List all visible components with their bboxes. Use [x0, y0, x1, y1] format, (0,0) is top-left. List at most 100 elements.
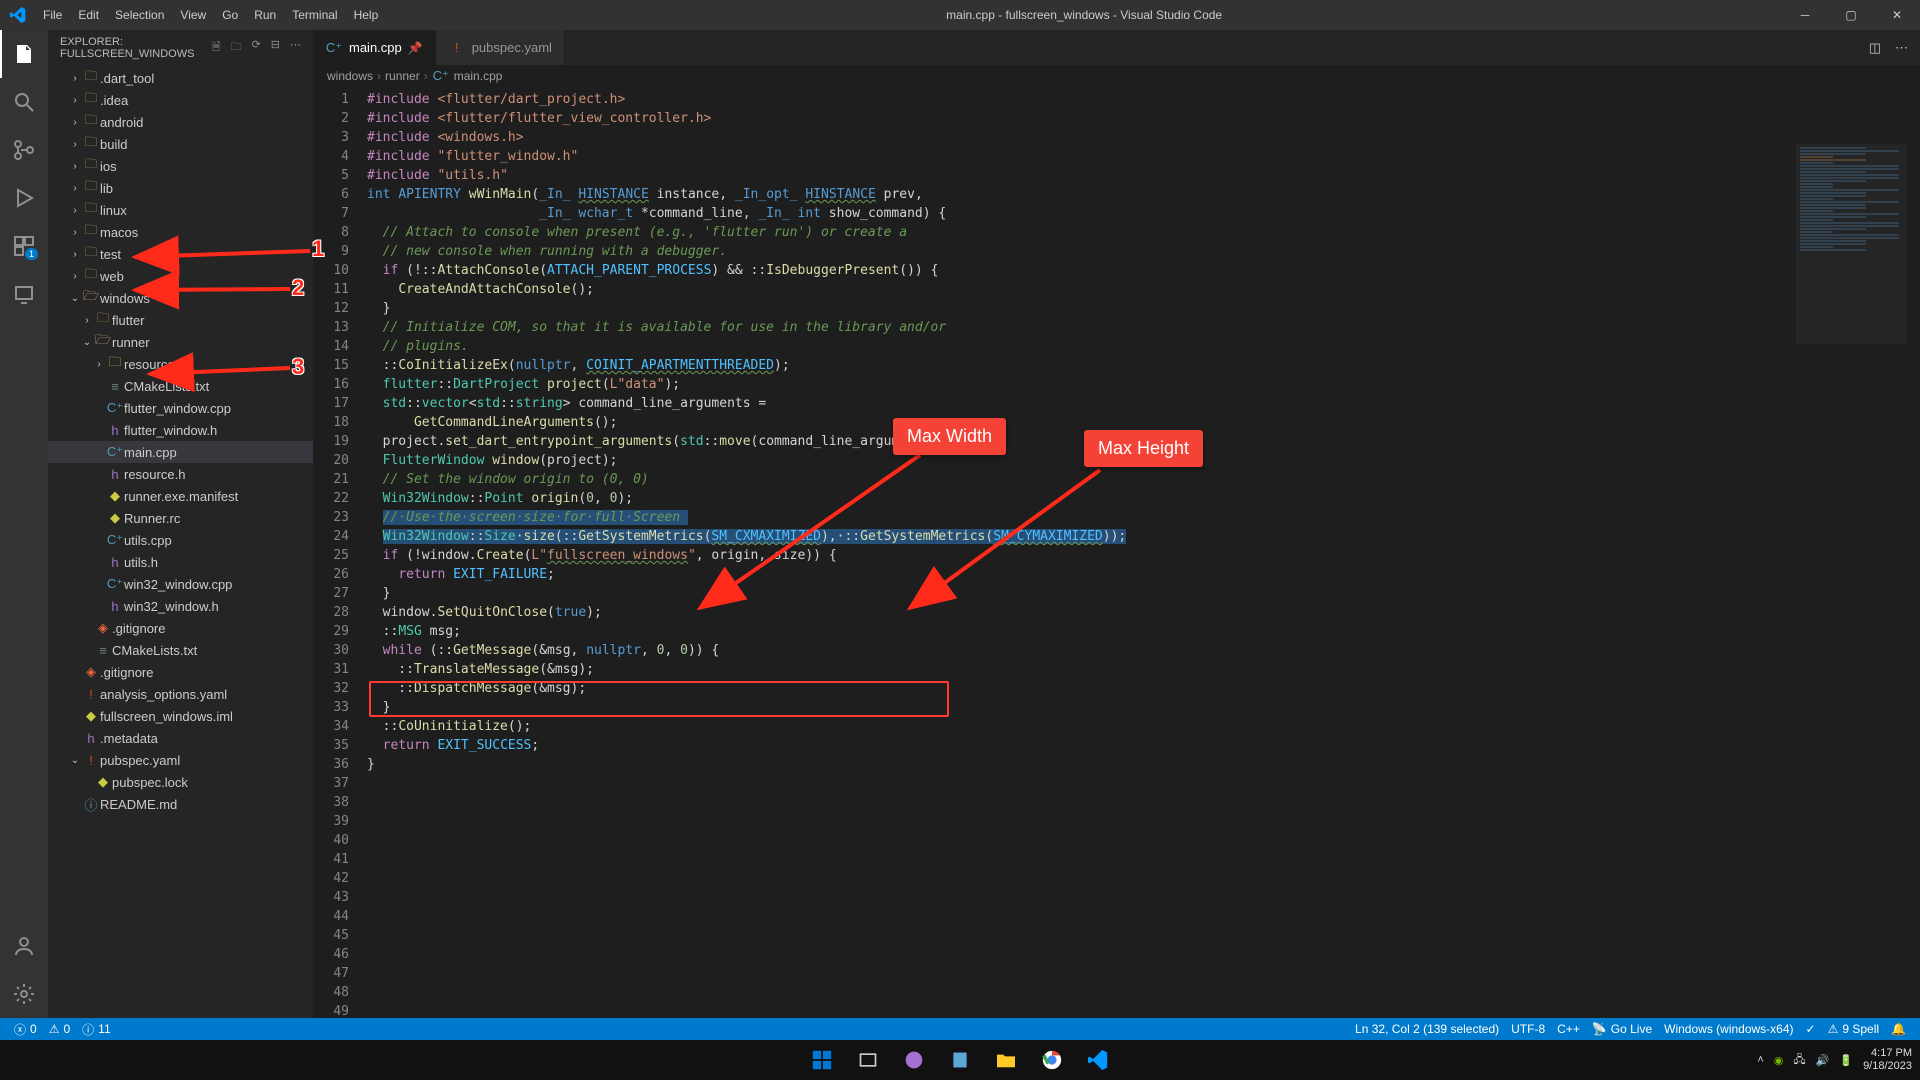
status-spell[interactable]: ⚠ 9 Spell: [1822, 1022, 1885, 1036]
breadcrumb-item[interactable]: windows: [327, 69, 373, 83]
activity-search[interactable]: [0, 78, 48, 126]
collapse-icon[interactable]: ⊟: [271, 38, 280, 57]
vscode-icon[interactable]: [1078, 1040, 1118, 1080]
tree-item-label: .gitignore: [100, 665, 153, 680]
tree-item-build[interactable]: ›🗀build: [48, 133, 313, 155]
tree-item-fullscreen-windows-iml[interactable]: ◆fullscreen_windows.iml: [48, 705, 313, 727]
activity-scm[interactable]: [0, 126, 48, 174]
tree-item-runner-exe-manifest[interactable]: ◆runner.exe.manifest: [48, 485, 313, 507]
breadcrumb-item[interactable]: runner: [385, 69, 420, 83]
menu-edit[interactable]: Edit: [70, 8, 107, 22]
status-prettier[interactable]: ✓: [1800, 1022, 1822, 1036]
annotation-highlight-box: [369, 681, 949, 717]
maximize-button[interactable]: ▢: [1828, 0, 1874, 30]
tree-item--gitignore[interactable]: ◈.gitignore: [48, 661, 313, 683]
tree-item-utils-cpp[interactable]: C⁺utils.cpp: [48, 529, 313, 551]
tree-item-flutter-window-h[interactable]: hflutter_window.h: [48, 419, 313, 441]
menu-selection[interactable]: Selection: [107, 8, 172, 22]
status-encoding[interactable]: UTF-8: [1505, 1022, 1551, 1036]
pin-icon[interactable]: 📌: [408, 41, 423, 55]
folder-icon: 🗀: [82, 265, 100, 287]
annotation-number-2: 2: [292, 275, 304, 301]
tree-item-cmakelists-txt[interactable]: ≡CMakeLists.txt: [48, 639, 313, 661]
start-button[interactable]: [802, 1040, 842, 1080]
tree-item-main-cpp[interactable]: C⁺main.cpp: [48, 441, 313, 463]
tree-item-runner-rc[interactable]: ◆Runner.rc: [48, 507, 313, 529]
tree-item-resource-h[interactable]: hresource.h: [48, 463, 313, 485]
tree-item-win32-window-h[interactable]: hwin32_window.h: [48, 595, 313, 617]
tray-battery-icon[interactable]: 🔋: [1839, 1054, 1853, 1067]
tree-item-cmakelists-txt[interactable]: ≡CMakeLists.txt: [48, 375, 313, 397]
new-file-icon[interactable]: 🗎: [212, 38, 221, 57]
refresh-icon[interactable]: ⟳: [252, 38, 261, 57]
tray-volume-icon[interactable]: 🔊: [1816, 1054, 1830, 1067]
status-lncol[interactable]: Ln 32, Col 2 (139 selected): [1349, 1022, 1505, 1036]
tray-network-icon[interactable]: 🖧: [1793, 1051, 1805, 1070]
tree-item-readme-md[interactable]: ⓘREADME.md: [48, 793, 313, 815]
code-content[interactable]: #include <flutter/dart_project.h>#includ…: [367, 87, 1920, 1018]
tray-chevron-icon[interactable]: ˄: [1757, 1054, 1763, 1066]
tree-item--idea[interactable]: ›🗀.idea: [48, 89, 313, 111]
breadcrumb[interactable]: windows › runner › C⁺ main.cpp: [313, 65, 1920, 87]
tree-item--dart-tool[interactable]: ›🗀.dart_tool: [48, 67, 313, 89]
status-info[interactable]: ⓘ 11: [76, 1021, 116, 1038]
activity-extensions[interactable]: 1: [0, 222, 48, 270]
breadcrumb-item[interactable]: main.cpp: [454, 69, 503, 83]
tree-item-analysis-options-yaml[interactable]: !analysis_options.yaml: [48, 683, 313, 705]
github-icon[interactable]: [894, 1040, 934, 1080]
taskbar-clock[interactable]: 4:17 PM 9/18/2023: [1863, 1047, 1912, 1073]
tree-item-test[interactable]: ›🗀test: [48, 243, 313, 265]
tree-item-pubspec-yaml[interactable]: ⌄!pubspec.yaml: [48, 749, 313, 771]
tree-item-linux[interactable]: ›🗀linux: [48, 199, 313, 221]
tree-item-android[interactable]: ›🗀android: [48, 111, 313, 133]
taskview-icon[interactable]: [848, 1040, 888, 1080]
status-bell[interactable]: 🔔: [1885, 1022, 1912, 1036]
chrome-icon[interactable]: [1032, 1040, 1072, 1080]
tree-item--metadata[interactable]: h.metadata: [48, 727, 313, 749]
activity-settings[interactable]: [0, 970, 48, 1018]
tab-pubspec[interactable]: ! pubspec.yaml: [436, 30, 565, 65]
close-button[interactable]: ✕: [1874, 0, 1920, 30]
more-actions-icon[interactable]: ⋯: [1895, 40, 1908, 56]
tab-main-cpp[interactable]: C⁺ main.cpp 📌: [313, 30, 436, 65]
tree-item-resources[interactable]: ›🗀resources: [48, 353, 313, 375]
tree-item-ios[interactable]: ›🗀ios: [48, 155, 313, 177]
tree-item-runner[interactable]: ⌄🗁runner: [48, 331, 313, 353]
tree-item-web[interactable]: ›🗀web: [48, 265, 313, 287]
split-editor-icon[interactable]: ◫: [1869, 40, 1881, 56]
menu-file[interactable]: File: [35, 8, 70, 22]
activity-account[interactable]: [0, 922, 48, 970]
tree-item-macos[interactable]: ›🗀macos: [48, 221, 313, 243]
notes-icon[interactable]: [940, 1040, 980, 1080]
activity-remote[interactable]: [0, 270, 48, 318]
status-lang[interactable]: C++: [1551, 1022, 1586, 1036]
menu-run[interactable]: Run: [246, 8, 284, 22]
new-folder-icon[interactable]: 🗀: [231, 38, 242, 57]
more-icon[interactable]: ⋯: [290, 38, 301, 57]
file-tree[interactable]: ›🗀.dart_tool›🗀.idea›🗀android›🗀build›🗀ios…: [48, 65, 313, 815]
menu-go[interactable]: Go: [214, 8, 246, 22]
menu-view[interactable]: View: [172, 8, 214, 22]
minimap[interactable]: [1796, 144, 1906, 1018]
tree-item-pubspec-lock[interactable]: ◆pubspec.lock: [48, 771, 313, 793]
code-editor[interactable]: 1234567891011121314151617181920212223242…: [313, 87, 1920, 1018]
status-platform[interactable]: Windows (windows-x64): [1658, 1022, 1799, 1036]
tree-item-flutter-window-cpp[interactable]: C⁺flutter_window.cpp: [48, 397, 313, 419]
tray-nvidia-icon[interactable]: ◉: [1774, 1054, 1784, 1067]
tree-item--gitignore[interactable]: ◈.gitignore: [48, 617, 313, 639]
tree-item-win32-window-cpp[interactable]: C⁺win32_window.cpp: [48, 573, 313, 595]
tree-item-windows[interactable]: ⌄🗁windows: [48, 287, 313, 309]
tree-item-label: test: [100, 247, 121, 262]
status-golive[interactable]: 📡 Go Live: [1586, 1022, 1658, 1036]
activity-run[interactable]: [0, 174, 48, 222]
menu-help[interactable]: Help: [346, 8, 387, 22]
status-errors[interactable]: ⓧ 0: [8, 1021, 43, 1038]
tree-item-flutter[interactable]: ›🗀flutter: [48, 309, 313, 331]
tree-item-lib[interactable]: ›🗀lib: [48, 177, 313, 199]
activity-explorer[interactable]: [0, 30, 48, 78]
status-warnings[interactable]: ⚠ 0: [43, 1022, 76, 1036]
menu-terminal[interactable]: Terminal: [284, 8, 345, 22]
file-explorer-icon[interactable]: [986, 1040, 1026, 1080]
minimize-button[interactable]: ─: [1782, 0, 1828, 30]
tree-item-utils-h[interactable]: hutils.h: [48, 551, 313, 573]
